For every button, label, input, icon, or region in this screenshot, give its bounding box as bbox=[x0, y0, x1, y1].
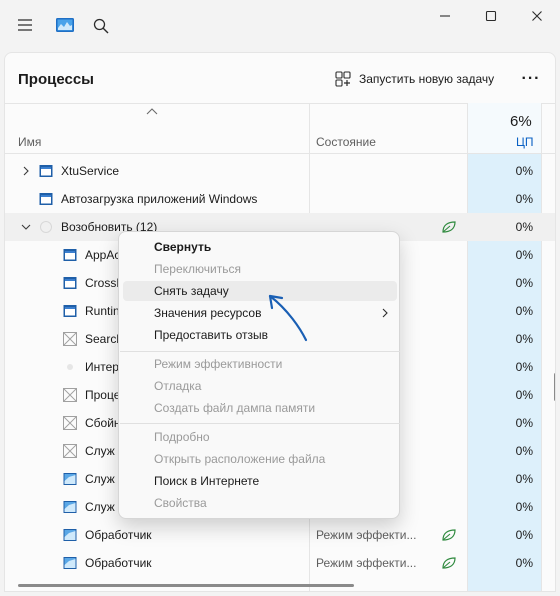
cpu-total-percent[interactable]: 6% bbox=[510, 113, 532, 130]
chevron-down-icon[interactable] bbox=[21, 221, 31, 233]
horizontal-scrollbar[interactable] bbox=[18, 584, 354, 587]
vertical-scrollbar[interactable] bbox=[554, 373, 555, 401]
process-name: Интер bbox=[85, 360, 119, 374]
process-cpu: 0% bbox=[515, 220, 533, 234]
process-cpu: 0% bbox=[515, 528, 533, 542]
placeholder-icon bbox=[63, 332, 77, 346]
search-icon[interactable] bbox=[90, 15, 112, 37]
eco-leaf-icon bbox=[442, 529, 456, 541]
app-window-icon bbox=[63, 556, 77, 570]
column-header-cpu[interactable]: ЦП bbox=[516, 135, 534, 149]
placeholder-icon bbox=[63, 360, 77, 374]
menu-item-switch-to[interactable]: Переключиться bbox=[123, 259, 397, 279]
more-icon[interactable]: ··· bbox=[521, 70, 541, 87]
placeholder-icon bbox=[63, 444, 77, 458]
process-name: Обработчик bbox=[85, 556, 152, 570]
process-name: Служ bbox=[85, 472, 115, 486]
menu-item-collapse[interactable]: Свернуть bbox=[123, 237, 397, 257]
table-header-divider bbox=[5, 153, 555, 154]
menu-item-create-dump[interactable]: Создать файл дампа памяти bbox=[123, 398, 397, 418]
table-row[interactable]: Автозагрузка приложений Windows 0% bbox=[5, 185, 555, 213]
app-window-icon bbox=[39, 164, 53, 178]
eco-leaf-icon bbox=[442, 221, 456, 233]
menu-icon[interactable] bbox=[14, 14, 36, 36]
process-cpu: 0% bbox=[515, 304, 533, 318]
context-menu: Свернуть Переключиться Снять задачу Знач… bbox=[118, 231, 400, 519]
menu-item-details[interactable]: Подробно bbox=[123, 427, 397, 447]
process-name: Проце bbox=[85, 388, 121, 402]
process-name: Автозагрузка приложений Windows bbox=[61, 192, 258, 206]
menu-item-efficiency-mode[interactable]: Режим эффективности bbox=[123, 354, 397, 374]
process-cpu: 0% bbox=[515, 388, 533, 402]
menu-item-feedback[interactable]: Предоставить отзыв bbox=[123, 325, 397, 345]
process-name: XtuService bbox=[61, 164, 120, 178]
process-cpu: 0% bbox=[515, 556, 533, 570]
app-window-icon bbox=[63, 276, 77, 290]
sort-ascending-icon bbox=[146, 108, 158, 115]
process-cpu: 0% bbox=[515, 164, 533, 178]
minimize-icon bbox=[440, 15, 450, 17]
maximize-button[interactable] bbox=[468, 0, 514, 32]
new-task-icon bbox=[335, 71, 351, 87]
submenu-arrow-icon bbox=[382, 308, 388, 318]
new-task-label: Запустить новую задачу bbox=[359, 72, 495, 86]
process-name: AppAc bbox=[85, 248, 121, 262]
process-status: Режим эффекти... bbox=[316, 556, 417, 570]
process-name: Обработчик bbox=[85, 528, 152, 542]
process-cpu: 0% bbox=[515, 192, 533, 206]
app-window-icon bbox=[39, 192, 53, 206]
app-window-icon bbox=[63, 472, 77, 486]
process-status: Режим эффекти... bbox=[316, 528, 417, 542]
app-window-icon bbox=[63, 248, 77, 262]
menu-item-debug[interactable]: Отладка bbox=[123, 376, 397, 396]
process-name: Служ bbox=[85, 444, 115, 458]
app-window-icon bbox=[63, 500, 77, 514]
menu-item-open-file-location[interactable]: Открыть расположение файла bbox=[123, 449, 397, 469]
process-name: Runtin bbox=[85, 304, 120, 318]
minimize-button[interactable] bbox=[422, 0, 468, 32]
new-task-button[interactable]: Запустить новую задачу bbox=[335, 67, 494, 91]
process-cpu: 0% bbox=[515, 472, 533, 486]
process-cpu: 0% bbox=[515, 360, 533, 374]
app-window-icon bbox=[63, 304, 77, 318]
placeholder-icon bbox=[39, 220, 53, 234]
column-header-name[interactable]: Имя bbox=[18, 135, 41, 149]
app-window-icon bbox=[63, 528, 77, 542]
menu-item-properties[interactable]: Свойства bbox=[123, 493, 397, 513]
menu-separator bbox=[120, 423, 400, 424]
maximize-icon bbox=[485, 10, 497, 22]
menu-item-search-online[interactable]: Поиск в Интернете bbox=[123, 471, 397, 491]
menu-separator bbox=[120, 351, 400, 352]
page-title: Процессы bbox=[18, 71, 94, 88]
chevron-right-icon[interactable] bbox=[21, 165, 31, 177]
menu-item-end-task[interactable]: Снять задачу bbox=[123, 281, 397, 301]
process-cpu: 0% bbox=[515, 332, 533, 346]
eco-leaf-icon bbox=[442, 557, 456, 569]
process-name: Служ bbox=[85, 500, 115, 514]
process-cpu: 0% bbox=[515, 444, 533, 458]
title-bar bbox=[0, 0, 560, 52]
process-cpu: 0% bbox=[515, 276, 533, 290]
close-icon bbox=[532, 11, 542, 21]
table-row[interactable]: Обработчик Режим эффекти... 0% bbox=[5, 549, 555, 577]
task-manager-icon bbox=[54, 15, 76, 35]
process-cpu: 0% bbox=[515, 248, 533, 262]
process-cpu: 0% bbox=[515, 416, 533, 430]
placeholder-icon bbox=[63, 416, 77, 430]
process-name: Сбойн bbox=[85, 416, 121, 430]
placeholder-icon bbox=[63, 388, 77, 402]
process-cpu: 0% bbox=[515, 500, 533, 514]
table-row[interactable]: XtuService 0% bbox=[5, 157, 555, 185]
table-row[interactable]: Обработчик Режим эффекти... 0% bbox=[5, 521, 555, 549]
close-button[interactable] bbox=[514, 0, 560, 32]
menu-item-resource-values[interactable]: Значения ресурсов bbox=[123, 303, 397, 323]
column-header-status[interactable]: Состояние bbox=[316, 135, 376, 149]
